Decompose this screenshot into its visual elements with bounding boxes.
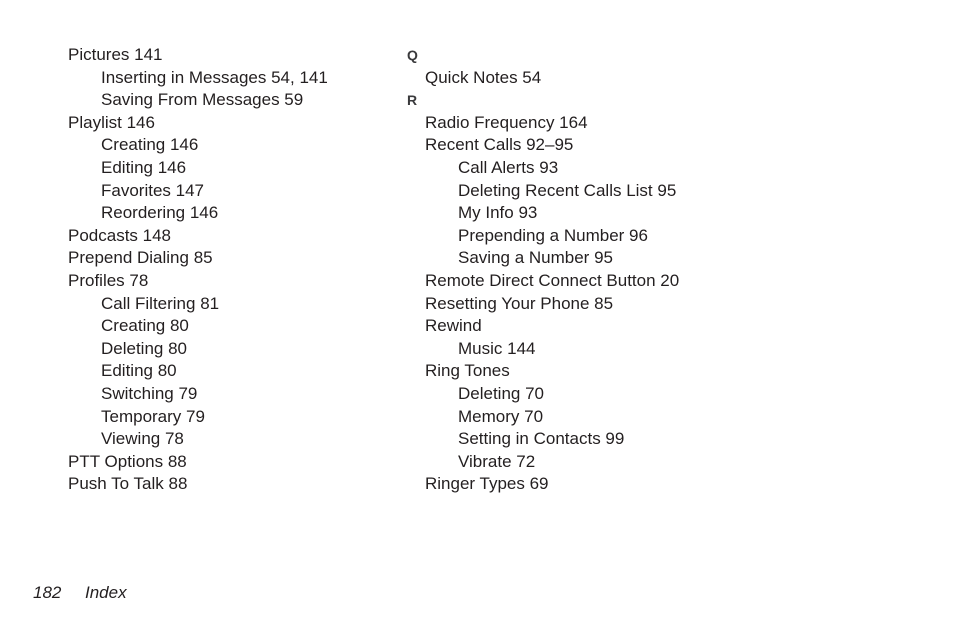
footer-label: Index: [85, 583, 127, 602]
footer-page-number: 182: [33, 583, 62, 602]
index-columns: Pictures 141 Inserting in Messages 54, 14…: [0, 44, 954, 518]
page-footer: 182 Index: [0, 580, 954, 606]
index-page: Pictures 141 Inserting in Messages 54, 14…: [0, 0, 954, 636]
index-column-3: SSafety Information 154–171Radio Frequen…: [407, 44, 954, 518]
